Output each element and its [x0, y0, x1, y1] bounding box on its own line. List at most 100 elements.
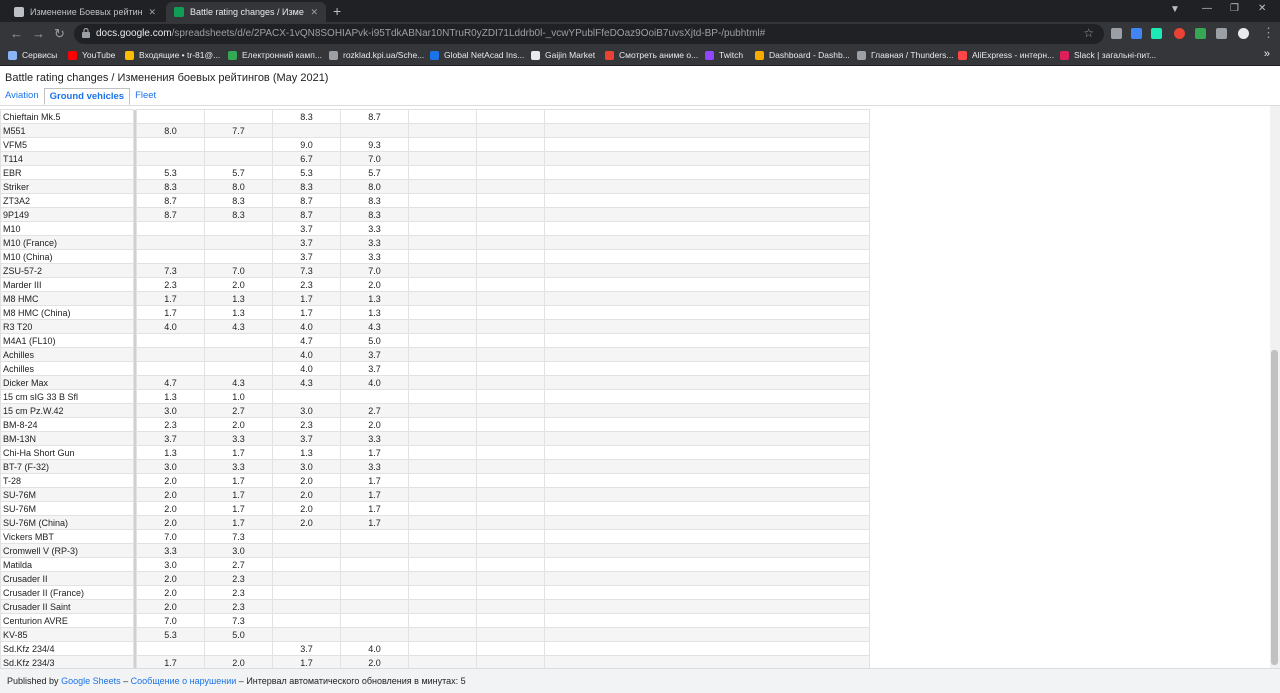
br-value-cell	[204, 109, 273, 124]
reload-icon[interactable]: ↻	[54, 26, 65, 42]
br-value-cell: 5.3	[136, 165, 205, 180]
sheet-table: Chieftain Mk.5 8.3 8.7 M551 8.0 7.7 VFM5 9.0 9.3…	[0, 109, 870, 668]
empty-cell	[408, 193, 477, 208]
maximize-icon[interactable]: ❐	[1230, 3, 1239, 14]
br-value-cell: 8.0	[340, 179, 409, 194]
vehicle-name-cell: M10	[0, 221, 134, 236]
empty-cell	[544, 501, 870, 516]
br-value-cell	[340, 599, 409, 614]
browser-tab-inactive[interactable]: Изменение Боевых рейтингов ✕	[6, 2, 164, 22]
empty-cell	[408, 165, 477, 180]
bookmark-item[interactable]: Twitch	[705, 50, 743, 60]
empty-cell	[544, 151, 870, 166]
bookmark-item[interactable]: Главная / Thunders...	[857, 50, 953, 60]
br-value-cell: 7.0	[340, 263, 409, 278]
bookmark-item[interactable]: Slack | загальні-пит...	[1060, 50, 1156, 60]
bookmark-item[interactable]: Dashboard - Dashb...	[755, 50, 850, 60]
br-value-cell: 3.3	[204, 431, 273, 446]
bookmark-item[interactable]: Входящие • tr-81@...	[125, 50, 220, 60]
sheet-grid-area: Chieftain Mk.5 8.3 8.7 M551 8.0 7.7 VFM5 9.0 9.3…	[0, 106, 1280, 668]
br-value-cell	[340, 123, 409, 138]
empty-cell	[544, 473, 870, 488]
mail-icon	[125, 50, 134, 60]
extension-red-icon[interactable]	[1174, 28, 1185, 39]
br-value-cell: 1.7	[340, 445, 409, 460]
bookmark-item[interactable]: Смотреть аниме о...	[605, 50, 698, 60]
tab-fleet[interactable]: Fleet	[130, 88, 161, 105]
empty-cell	[408, 515, 477, 530]
br-value-cell: 3.7	[136, 431, 205, 446]
published-by-label: Published by	[7, 676, 59, 686]
empty-cell	[408, 375, 477, 390]
close-icon[interactable]: ✕	[148, 7, 156, 18]
br-value-cell: 2.0	[136, 473, 205, 488]
bookmark-item[interactable]: Global NetAcad Ins...	[430, 50, 524, 60]
page-title: Battle rating changes / Изменения боевых…	[5, 72, 329, 84]
empty-cell	[476, 543, 545, 558]
br-value-cell	[136, 333, 205, 348]
tab-aviation[interactable]: Aviation	[0, 88, 44, 105]
tab-title: Battle rating changes / Изменен	[190, 7, 304, 17]
br-value-cell: 2.0	[204, 417, 273, 432]
avatar[interactable]	[1238, 28, 1249, 39]
br-value-cell: 1.7	[272, 305, 341, 320]
bookmarks-overflow-icon[interactable]: »	[1264, 48, 1270, 60]
extension-shield-icon[interactable]	[1111, 28, 1122, 39]
br-value-cell: 1.3	[204, 305, 273, 320]
table-row: SU-76M 2.0 1.7 2.0 1.7	[0, 501, 870, 516]
br-value-cell	[204, 361, 273, 376]
table-row: Crusader II Saint 2.0 2.3	[0, 599, 870, 614]
bookmark-label: AliExpress - интерн...	[972, 50, 1055, 60]
empty-cell	[476, 277, 545, 292]
br-value-cell	[136, 137, 205, 152]
br-value-cell	[340, 613, 409, 628]
address-bar[interactable]: docs.google.com/spreadsheets/d/e/2PACX-1…	[74, 24, 1104, 44]
window-close-icon[interactable]: ✕	[1258, 3, 1266, 14]
bookmark-item[interactable]: Сервисы	[8, 50, 57, 60]
bookmark-item[interactable]: Електронний камп...	[228, 50, 322, 60]
scrollbar-thumb[interactable]	[1271, 350, 1278, 665]
forward-icon[interactable]: →	[32, 26, 45, 42]
bookmark-item[interactable]: rozklad.kpi.ua/Sche...	[329, 50, 424, 60]
table-row: Achilles 4.0 3.7	[0, 361, 870, 376]
br-value-cell	[340, 571, 409, 586]
table-row: EBR 5.3 5.7 5.3 5.7	[0, 165, 870, 180]
google-sheets-link[interactable]: Google Sheets	[61, 676, 121, 686]
kebab-menu-icon[interactable]: ⋮	[1262, 25, 1275, 41]
new-tab-icon[interactable]: +	[333, 3, 341, 19]
bookmark-star-icon[interactable]: ☆	[1083, 26, 1094, 40]
browser-tab-active[interactable]: Battle rating changes / Изменен ✕	[166, 2, 326, 22]
tab-ground-vehicles[interactable]: Ground vehicles	[43, 88, 131, 105]
empty-cell	[408, 431, 477, 446]
bookmark-label: Входящие • tr-81@...	[139, 50, 221, 60]
bookmark-item[interactable]: YouTube	[68, 50, 115, 60]
br-value-cell: 2.0	[204, 655, 273, 668]
extension-shield-green-icon[interactable]	[1195, 28, 1206, 39]
extension-green-icon[interactable]	[1151, 28, 1162, 39]
br-value-cell: 7.0	[136, 613, 205, 628]
table-row: Sd.Kfz 234/4 3.7 4.0	[0, 641, 870, 656]
extensions-puzzle-icon[interactable]	[1216, 28, 1227, 39]
br-value-cell	[136, 235, 205, 250]
empty-cell	[476, 473, 545, 488]
footer-separator: –	[238, 676, 244, 686]
empty-cell	[476, 347, 545, 362]
bookmark-item[interactable]: AliExpress - интерн...	[958, 50, 1054, 60]
profile-menu-icon[interactable]: ▼	[1170, 4, 1180, 15]
report-abuse-link[interactable]: Сообщение о нарушении	[131, 676, 237, 686]
bookmark-label: Gaijin Market	[545, 50, 596, 60]
extension-translate-icon[interactable]	[1131, 28, 1142, 39]
close-icon[interactable]: ✕	[310, 7, 318, 18]
netacad-icon	[430, 50, 439, 60]
vehicle-name-cell: Sd.Kfz 234/3	[0, 655, 134, 668]
minimize-icon[interactable]: —	[1202, 3, 1212, 14]
br-value-cell	[340, 529, 409, 544]
vehicle-name-cell: M10 (China)	[0, 249, 134, 264]
bookmark-label: Slack | загальні-пит...	[1074, 50, 1157, 60]
br-value-cell	[204, 137, 273, 152]
br-value-cell: 4.0	[136, 319, 205, 334]
bookmark-item[interactable]: Gaijin Market	[531, 50, 595, 60]
br-value-cell	[136, 641, 205, 656]
back-icon[interactable]: ←	[10, 26, 23, 42]
br-value-cell: 2.0	[136, 585, 205, 600]
